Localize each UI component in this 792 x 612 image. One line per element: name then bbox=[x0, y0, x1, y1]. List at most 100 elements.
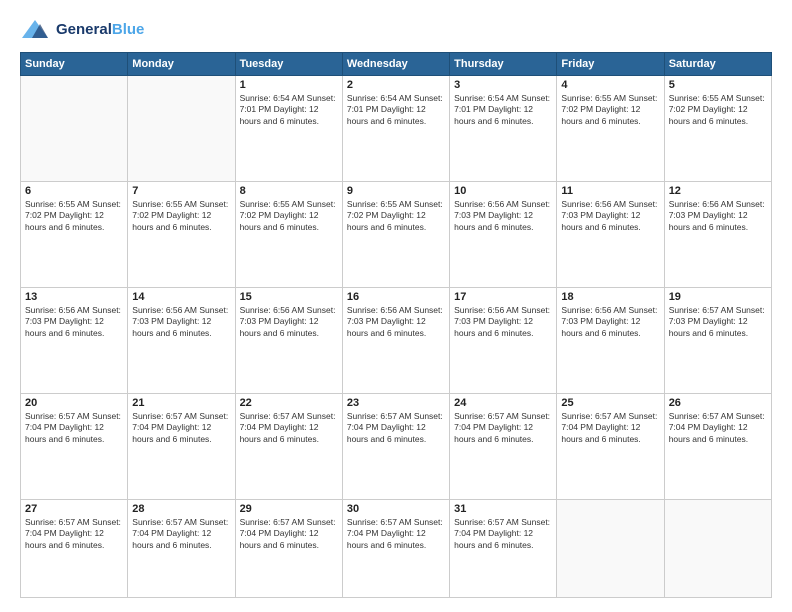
calendar-cell: 4Sunrise: 6:55 AM Sunset: 7:02 PM Daylig… bbox=[557, 76, 664, 182]
day-number: 16 bbox=[347, 291, 445, 303]
col-header-tuesday: Tuesday bbox=[235, 53, 342, 76]
cell-info: Sunrise: 6:56 AM Sunset: 7:03 PM Dayligh… bbox=[454, 199, 552, 233]
day-number: 10 bbox=[454, 185, 552, 197]
cell-info: Sunrise: 6:57 AM Sunset: 7:04 PM Dayligh… bbox=[347, 517, 445, 551]
day-number: 15 bbox=[240, 291, 338, 303]
calendar-cell: 25 Sunrise: 6:57 AM Sunset: 7:04 PM Dayli… bbox=[557, 393, 664, 499]
day-number: 18 bbox=[561, 291, 659, 303]
cell-info: Sunrise: 6:54 AM Sunset: 7:01 PM Dayligh… bbox=[240, 93, 338, 127]
cell-info: Sunrise: 6:57 AM Sunset: 7:04 PM Dayligh… bbox=[132, 411, 230, 445]
cell-info: Sunrise: 6:57 AM Sunset: 7:04 PM Dayligh… bbox=[25, 411, 123, 445]
day-number: 9 bbox=[347, 185, 445, 197]
calendar-cell: 8 Sunrise: 6:55 AM Sunset: 7:02 PM Daylig… bbox=[235, 181, 342, 287]
day-number: 31 bbox=[454, 503, 552, 515]
day-number: 11 bbox=[561, 185, 659, 197]
calendar-cell: 7 Sunrise: 6:55 AM Sunset: 7:02 PM Daylig… bbox=[128, 181, 235, 287]
cell-info: Sunrise: 6:55 AM Sunset: 7:02 PM Dayligh… bbox=[669, 93, 767, 127]
cell-info: Sunrise: 6:55 AM Sunset: 7:02 PM Dayligh… bbox=[25, 199, 123, 233]
calendar-cell: 28 Sunrise: 6:57 AM Sunset: 7:04 PM Dayli… bbox=[128, 499, 235, 597]
day-number: 17 bbox=[454, 291, 552, 303]
logo-line1: GeneralBlue bbox=[56, 21, 144, 39]
calendar-cell: 30 Sunrise: 6:57 AM Sunset: 7:04 PM Dayli… bbox=[342, 499, 449, 597]
cell-info: Sunrise: 6:56 AM Sunset: 7:03 PM Dayligh… bbox=[25, 305, 123, 339]
day-number: 1 bbox=[240, 79, 338, 91]
calendar-cell: 24 Sunrise: 6:57 AM Sunset: 7:04 PM Dayli… bbox=[450, 393, 557, 499]
calendar-cell: 2 Sunrise: 6:54 AM Sunset: 7:01 PM Daylig… bbox=[342, 76, 449, 182]
day-number: 29 bbox=[240, 503, 338, 515]
calendar-cell: 21Sunrise: 6:57 AM Sunset: 7:04 PM Dayli… bbox=[128, 393, 235, 499]
day-number: 2 bbox=[347, 79, 445, 91]
calendar-cell: 29 Sunrise: 6:57 AM Sunset: 7:04 PM Dayli… bbox=[235, 499, 342, 597]
calendar-cell: 15 Sunrise: 6:56 AM Sunset: 7:03 PM Dayli… bbox=[235, 287, 342, 393]
calendar-cell: 6 Sunrise: 6:55 AM Sunset: 7:02 PM Daylig… bbox=[21, 181, 128, 287]
cell-info: Sunrise: 6:57 AM Sunset: 7:04 PM Dayligh… bbox=[347, 411, 445, 445]
cell-info: Sunrise: 6:56 AM Sunset: 7:03 PM Dayligh… bbox=[561, 305, 659, 339]
col-header-sunday: Sunday bbox=[21, 53, 128, 76]
page: GeneralBlue SundayMondayTuesdayWednesday… bbox=[0, 0, 792, 612]
cell-info: Sunrise: 6:56 AM Sunset: 7:03 PM Dayligh… bbox=[240, 305, 338, 339]
calendar-cell: 20 Sunrise: 6:57 AM Sunset: 7:04 PM Dayli… bbox=[21, 393, 128, 499]
day-number: 26 bbox=[669, 397, 767, 409]
day-number: 7 bbox=[132, 185, 230, 197]
cell-info: Sunrise: 6:57 AM Sunset: 7:04 PM Dayligh… bbox=[240, 411, 338, 445]
cell-info: Sunrise: 6:57 AM Sunset: 7:04 PM Dayligh… bbox=[240, 517, 338, 551]
day-number: 22 bbox=[240, 397, 338, 409]
calendar-cell: 9 Sunrise: 6:55 AM Sunset: 7:02 PM Daylig… bbox=[342, 181, 449, 287]
day-number: 27 bbox=[25, 503, 123, 515]
calendar-cell: 31 Sunrise: 6:57 AM Sunset: 7:04 PM Dayli… bbox=[450, 499, 557, 597]
calendar-cell: 10 Sunrise: 6:56 AM Sunset: 7:03 PM Dayli… bbox=[450, 181, 557, 287]
day-number: 12 bbox=[669, 185, 767, 197]
calendar-cell: 27 Sunrise: 6:57 AM Sunset: 7:04 PM Dayli… bbox=[21, 499, 128, 597]
cell-info: Sunrise: 6:57 AM Sunset: 7:04 PM Dayligh… bbox=[669, 411, 767, 445]
day-number: 30 bbox=[347, 503, 445, 515]
cell-info: Sunrise: 6:55 AM Sunset: 7:02 PM Dayligh… bbox=[240, 199, 338, 233]
day-number: 6 bbox=[25, 185, 123, 197]
calendar-cell: 12 Sunrise: 6:56 AM Sunset: 7:03 PM Dayli… bbox=[664, 181, 771, 287]
calendar-cell bbox=[21, 76, 128, 182]
day-number: 25 bbox=[561, 397, 659, 409]
calendar-table: SundayMondayTuesdayWednesdayThursdayFrid… bbox=[20, 52, 772, 598]
col-header-wednesday: Wednesday bbox=[342, 53, 449, 76]
cell-info: Sunrise: 6:55 AM Sunset: 7:02 PM Dayligh… bbox=[347, 199, 445, 233]
cell-info: Sunrise: 6:54 AM Sunset: 7:01 PM Dayligh… bbox=[454, 93, 552, 127]
calendar-cell bbox=[128, 76, 235, 182]
logo-accent: Blue bbox=[112, 21, 145, 38]
calendar-cell: 19 Sunrise: 6:57 AM Sunset: 7:03 PM Dayli… bbox=[664, 287, 771, 393]
logo: GeneralBlue bbox=[20, 18, 144, 42]
cell-info: Sunrise: 6:57 AM Sunset: 7:04 PM Dayligh… bbox=[454, 411, 552, 445]
cell-info: Sunrise: 6:57 AM Sunset: 7:03 PM Dayligh… bbox=[669, 305, 767, 339]
calendar-cell: 17Sunrise: 6:56 AM Sunset: 7:03 PM Dayli… bbox=[450, 287, 557, 393]
calendar-cell: 23 Sunrise: 6:57 AM Sunset: 7:04 PM Dayli… bbox=[342, 393, 449, 499]
day-number: 28 bbox=[132, 503, 230, 515]
calendar-cell: 14 Sunrise: 6:56 AM Sunset: 7:03 PM Dayli… bbox=[128, 287, 235, 393]
calendar-cell: 16Sunrise: 6:56 AM Sunset: 7:03 PM Dayli… bbox=[342, 287, 449, 393]
calendar-cell: 26 Sunrise: 6:57 AM Sunset: 7:04 PM Dayli… bbox=[664, 393, 771, 499]
calendar-cell: 1 Sunrise: 6:54 AM Sunset: 7:01 PM Daylig… bbox=[235, 76, 342, 182]
calendar-cell: 5 Sunrise: 6:55 AM Sunset: 7:02 PM Daylig… bbox=[664, 76, 771, 182]
day-number: 14 bbox=[132, 291, 230, 303]
cell-info: Sunrise: 6:57 AM Sunset: 7:04 PM Dayligh… bbox=[132, 517, 230, 551]
cell-info: Sunrise: 6:57 AM Sunset: 7:04 PM Dayligh… bbox=[454, 517, 552, 551]
header: GeneralBlue bbox=[20, 18, 772, 42]
cell-info: Sunrise: 6:56 AM Sunset: 7:03 PM Dayligh… bbox=[561, 199, 659, 233]
logo-text: GeneralBlue bbox=[56, 21, 144, 39]
calendar-cell: 11 Sunrise: 6:56 AM Sunset: 7:03 PM Dayli… bbox=[557, 181, 664, 287]
day-number: 23 bbox=[347, 397, 445, 409]
col-header-friday: Friday bbox=[557, 53, 664, 76]
day-number: 3 bbox=[454, 79, 552, 91]
day-number: 24 bbox=[454, 397, 552, 409]
cell-info: Sunrise: 6:57 AM Sunset: 7:04 PM Dayligh… bbox=[561, 411, 659, 445]
cell-info: Sunrise: 6:54 AM Sunset: 7:01 PM Dayligh… bbox=[347, 93, 445, 127]
logo-icon bbox=[20, 18, 50, 42]
day-number: 5 bbox=[669, 79, 767, 91]
cell-info: Sunrise: 6:56 AM Sunset: 7:03 PM Dayligh… bbox=[669, 199, 767, 233]
cell-info: Sunrise: 6:56 AM Sunset: 7:03 PM Dayligh… bbox=[132, 305, 230, 339]
day-number: 20 bbox=[25, 397, 123, 409]
calendar-cell: 18 Sunrise: 6:56 AM Sunset: 7:03 PM Dayli… bbox=[557, 287, 664, 393]
day-number: 8 bbox=[240, 185, 338, 197]
cell-info: Sunrise: 6:57 AM Sunset: 7:04 PM Dayligh… bbox=[25, 517, 123, 551]
day-number: 19 bbox=[669, 291, 767, 303]
cell-info: Sunrise: 6:55 AM Sunset: 7:02 PM Dayligh… bbox=[132, 199, 230, 233]
col-header-thursday: Thursday bbox=[450, 53, 557, 76]
calendar-cell: 3 Sunrise: 6:54 AM Sunset: 7:01 PM Daylig… bbox=[450, 76, 557, 182]
